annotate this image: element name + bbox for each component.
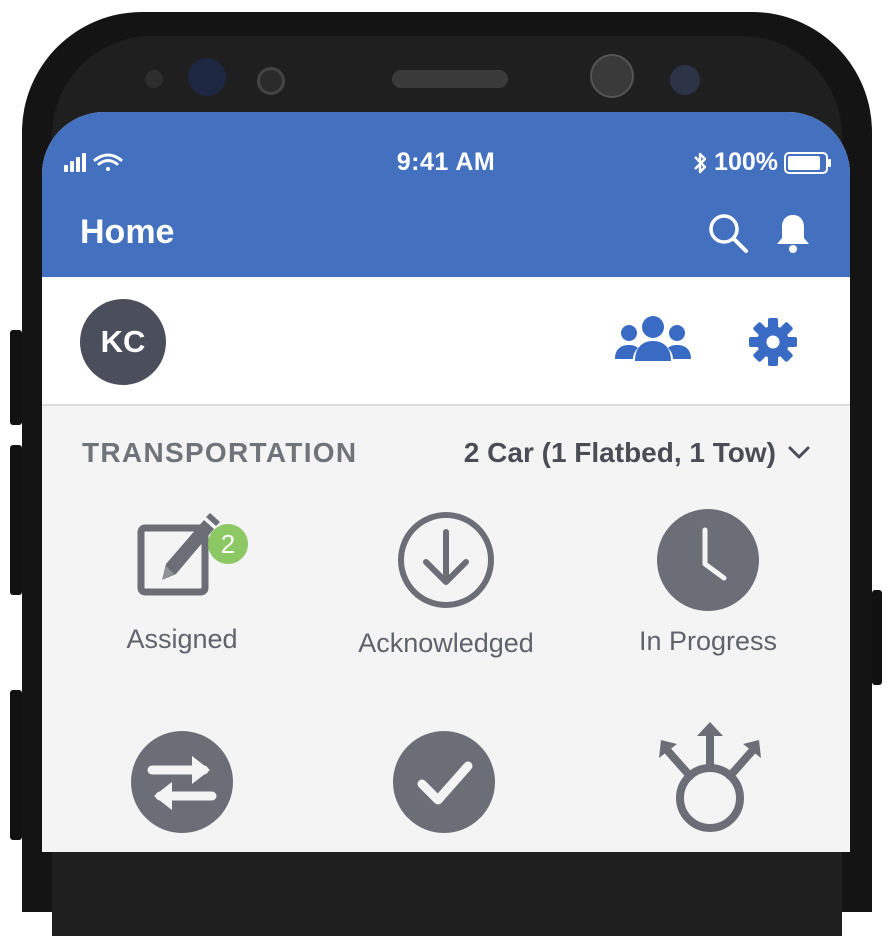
tile-label: Acknowledged: [358, 628, 534, 658]
light-sensor: [670, 65, 700, 95]
multi-arrow-icon: [659, 722, 761, 832]
check-circle-icon: [393, 731, 495, 833]
gear-icon[interactable]: [748, 317, 798, 372]
bell-icon[interactable]: [772, 212, 814, 259]
battery-percent: 100%: [714, 148, 778, 176]
assigned-count-badge: 2: [208, 524, 248, 564]
vehicle-filter-value: 2 Car (1 Flatbed, 1 Tow): [463, 437, 776, 468]
proximity-sensor: [257, 67, 285, 95]
app-bar: 9:41 AM 100% Home: [42, 112, 850, 277]
front-camera: [188, 58, 226, 96]
chevron-down-icon: [788, 446, 810, 459]
tile-label: Assigned: [126, 624, 238, 654]
page-title: Home: [80, 213, 175, 251]
volume-button: [10, 330, 22, 425]
tile-acknowledged[interactable]: Acknowledged: [336, 510, 556, 659]
user-bar: KC: [42, 277, 850, 406]
vehicle-filter-dropdown[interactable]: 2 Car (1 Flatbed, 1 Tow): [464, 437, 810, 469]
tile-assigned[interactable]: 2 Assigned: [72, 510, 292, 655]
battery-level: [788, 155, 820, 170]
tile-in-progress[interactable]: In Progress: [598, 508, 818, 657]
tile-transferred[interactable]: [72, 730, 292, 848]
sensor-dot: [145, 70, 163, 88]
tile-dispatched[interactable]: [600, 720, 820, 848]
download-circle-icon: [398, 512, 494, 608]
volume-button-lower: [10, 445, 22, 595]
clock-icon: [657, 509, 759, 611]
status-right: 100%: [692, 148, 831, 177]
search-icon[interactable]: [707, 212, 749, 259]
earpiece-speaker: [392, 70, 508, 88]
power-button: [872, 590, 882, 685]
transfer-icon: [131, 731, 233, 833]
section-title: TRANSPORTATION: [82, 437, 358, 468]
avatar[interactable]: KC: [80, 299, 166, 385]
tile-completed[interactable]: [334, 730, 554, 848]
tile-label: In Progress: [638, 626, 778, 656]
screen: 9:41 AM 100% Home KC TRANSPORTATION 2 Ca…: [42, 112, 850, 852]
bluetooth-icon: [694, 152, 707, 173]
iris-scanner: [590, 54, 634, 98]
battery-icon: [784, 151, 831, 174]
team-icon[interactable]: [615, 313, 691, 372]
side-button: [10, 690, 22, 840]
